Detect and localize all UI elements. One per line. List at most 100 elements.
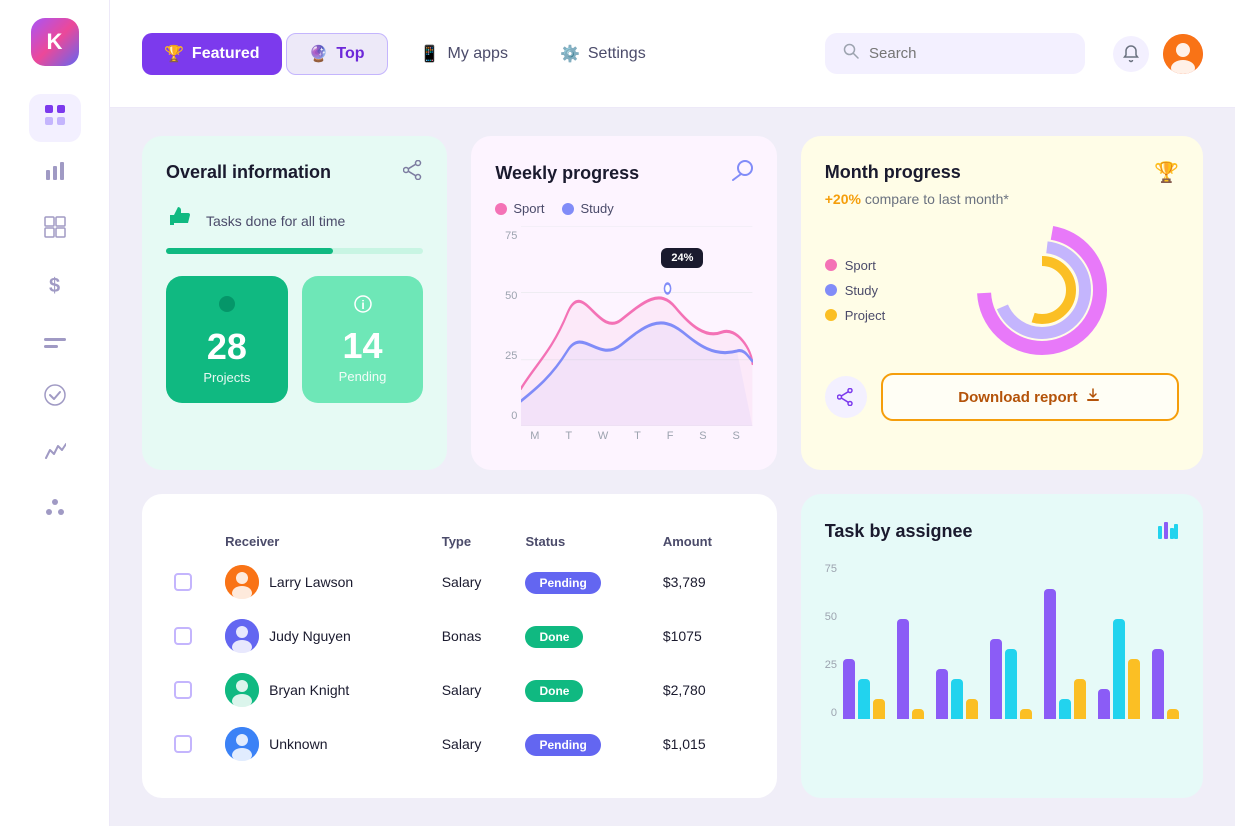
month-body: Sport Study Project (825, 225, 1179, 355)
row-checkbox[interactable] (174, 681, 192, 699)
person-cell: Bryan Knight (225, 673, 426, 707)
projects-count: 28 (207, 326, 247, 368)
table-icon (44, 216, 66, 244)
sidebar-item-table[interactable] (29, 206, 81, 254)
bar-group (897, 619, 924, 719)
featured-icon: 🏆 (164, 44, 184, 64)
search-input[interactable] (869, 45, 1067, 62)
logo-text: K (47, 29, 63, 55)
sidebar-item-bar-chart[interactable] (29, 150, 81, 198)
sport-label: Sport (513, 201, 544, 216)
pending-stat-card: i 14 Pending (302, 276, 424, 403)
bar-purple (1152, 649, 1164, 719)
month-legend: Sport Study Project (825, 258, 885, 323)
search-icon (843, 43, 859, 64)
bar-chart-icon (44, 160, 66, 188)
featured-button[interactable]: 🏆 Featured (142, 33, 282, 75)
sidebar-item-grid[interactable] (29, 94, 81, 142)
tasks-label: Tasks done for all time (206, 213, 345, 229)
study-dot (562, 203, 574, 215)
person-avatar (225, 565, 259, 599)
check-icon (44, 384, 66, 412)
settings-button[interactable]: ⚙️ Settings (540, 34, 666, 74)
search-bar[interactable] (825, 33, 1085, 74)
month-subtitle: +20% compare to last month* (825, 191, 1179, 207)
payment-amount: $1075 (655, 609, 753, 663)
overall-share-button[interactable] (403, 160, 423, 185)
featured-label: Featured (192, 45, 260, 63)
bar-purple (843, 659, 855, 719)
row-checkbox[interactable] (174, 573, 192, 591)
assignee-card: Task by assignee 75 50 25 0 (801, 494, 1203, 799)
weekly-progress-card: Weekly progress Sport Study 75 50 (471, 136, 776, 470)
bar-group (1152, 649, 1179, 719)
row-checkbox[interactable] (174, 627, 192, 645)
col-type: Type (434, 528, 518, 555)
sidebar-item-minus[interactable] (29, 318, 81, 366)
bar-group (1098, 619, 1140, 719)
sidebar-item-dollar[interactable]: $ (29, 262, 81, 310)
assignee-chart-icon (1157, 518, 1179, 545)
sidebar-item-check[interactable] (29, 374, 81, 422)
my-apps-button[interactable]: 📱 My apps (400, 34, 528, 74)
settings-label: Settings (588, 45, 646, 63)
download-icon (1085, 387, 1101, 407)
bar-purple (1044, 589, 1056, 719)
table-row: Bryan Knight Salary Done $2,780 (166, 663, 753, 717)
sidebar-item-analytics[interactable] (29, 430, 81, 478)
row-checkbox-cell[interactable] (166, 717, 217, 771)
progress-bar (166, 248, 423, 254)
col-receiver: Receiver (217, 528, 434, 555)
payment-amount: $2,780 (655, 663, 753, 717)
payment-type: Salary (434, 555, 518, 609)
bar-yellow (1074, 679, 1086, 719)
row-checkbox-cell[interactable] (166, 663, 217, 717)
table-row: Larry Lawson Salary Pending $3,789 (166, 555, 753, 609)
download-label: Download report (958, 389, 1077, 406)
nav-group: 🏆 Featured 🔮 Top (142, 33, 388, 75)
row-checkbox-cell[interactable] (166, 555, 217, 609)
trophy-icon: 🏆 (1154, 160, 1179, 185)
row-checkbox-cell[interactable] (166, 609, 217, 663)
person-cell: Unknown (225, 727, 426, 761)
sidebar: K $ (0, 0, 110, 826)
weekly-legend: Sport Study (495, 201, 752, 216)
svg-text:i: i (361, 298, 364, 312)
status-badge: Pending (525, 572, 600, 594)
payment-status: Done (517, 609, 654, 663)
bar-group (1044, 589, 1086, 719)
month-legend-sport: Sport (825, 258, 885, 273)
notification-bell[interactable] (1113, 36, 1149, 72)
my-apps-label: My apps (447, 45, 507, 63)
bar-purple (1098, 689, 1110, 719)
top-button[interactable]: 🔮 Top (286, 33, 388, 75)
bar-yellow (1020, 709, 1032, 719)
bar-group (843, 659, 885, 719)
col-amount: Amount (655, 528, 753, 555)
top-icon: 🔮 (309, 44, 329, 64)
minus-icon (44, 331, 66, 354)
person-cell: Judy Nguyen (225, 619, 426, 653)
download-report-button[interactable]: Download report (881, 373, 1179, 421)
assignee-chart-area: 75 50 25 0 (825, 559, 1179, 739)
y-axis-labels: 75 50 25 0 (495, 226, 517, 426)
header: 🏆 Featured 🔮 Top 📱 My apps ⚙️ Settings (110, 0, 1235, 108)
assignee-title: Task by assignee (825, 521, 973, 542)
user-avatar[interactable] (1163, 34, 1203, 74)
app-logo[interactable]: K (31, 18, 79, 66)
month-share-button[interactable] (825, 376, 867, 418)
status-badge: Done (525, 680, 583, 702)
bar-yellow (1128, 659, 1140, 719)
person-name: Bryan Knight (269, 682, 349, 698)
row-checkbox[interactable] (174, 735, 192, 753)
table-row: Unknown Salary Pending $1,015 (166, 717, 753, 771)
sidebar-item-dots[interactable] (29, 486, 81, 534)
thumbs-up-icon (166, 203, 194, 238)
projects-icon (217, 294, 237, 320)
table-card: Receiver Type Status Amount Larry Lawson… (142, 494, 777, 799)
bar-yellow (873, 699, 885, 719)
person-name: Larry Lawson (269, 574, 353, 590)
table-row: Judy Nguyen Bonas Done $1075 (166, 609, 753, 663)
legend-study: Study (562, 201, 613, 216)
x-axis-labels: M T W T F S S (495, 430, 752, 442)
